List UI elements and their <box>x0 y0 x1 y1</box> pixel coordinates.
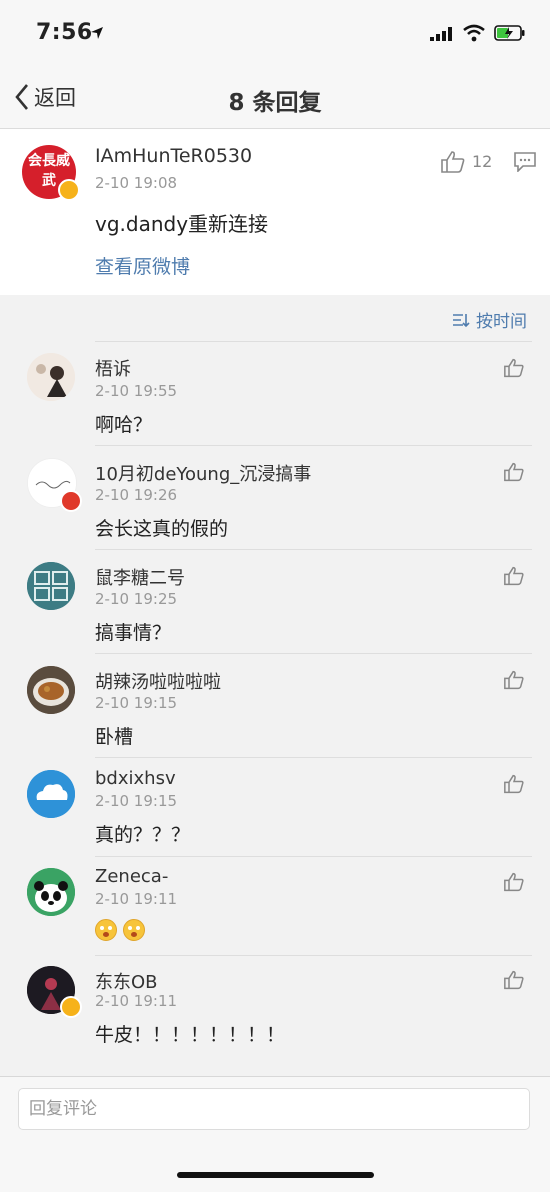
reply-time: 2-10 19:15 <box>95 694 178 712</box>
battery-charging-icon <box>494 25 525 41</box>
reply-text: 啊哈？ <box>95 414 153 436</box>
astonished-emoji-icon <box>123 918 145 941</box>
reply-author-name[interactable]: 东东OB <box>95 968 158 994</box>
avatar[interactable] <box>27 770 75 818</box>
reply-text: 搞事情？ <box>95 622 172 644</box>
reply-author-name[interactable]: 梧诉 <box>95 355 131 381</box>
thumbs-up-icon[interactable] <box>503 566 525 586</box>
divider <box>95 757 532 758</box>
reply-time: 2-10 19:26 <box>95 486 178 504</box>
avatar[interactable] <box>27 353 75 401</box>
reply-author-name[interactable]: 10月初deYoung_沉浸搞事 <box>95 460 311 486</box>
avatar-image <box>27 562 75 610</box>
divider <box>95 856 532 857</box>
avatar-image <box>27 666 75 714</box>
author-name[interactable]: IAmHunTeR0530 <box>95 145 252 167</box>
clock: 7:56 <box>36 20 93 45</box>
page-title: 8 条回复 <box>228 90 322 116</box>
avatar[interactable] <box>27 666 75 714</box>
reply-time: 2-10 19:15 <box>95 792 178 810</box>
home-indicator[interactable] <box>177 1172 374 1178</box>
reply-text: 卧槽 <box>95 726 134 748</box>
reply-input[interactable] <box>18 1088 530 1130</box>
main-comment-card: 会長威武 <box>0 129 550 295</box>
reply-text: 牛皮！！！！！！！！ <box>95 1024 286 1046</box>
view-original-link[interactable]: 查看原微博 <box>95 252 190 279</box>
reply-author-name[interactable]: bdxixhsv <box>95 768 176 789</box>
thumbs-up-icon[interactable] <box>503 872 525 892</box>
reply-time: 2-10 19:25 <box>95 590 178 608</box>
reply-time: 2-10 19:55 <box>95 382 178 400</box>
thumbs-up-icon[interactable] <box>503 358 525 378</box>
status-bar: 7:56 <box>0 0 550 66</box>
astonished-emoji-icon <box>95 918 117 941</box>
reply-time: 2-10 19:11 <box>95 890 178 908</box>
divider <box>95 341 532 342</box>
signal-icon <box>430 27 452 41</box>
verified-badge-icon <box>60 996 82 1018</box>
sort-label: 按时间 <box>476 312 527 332</box>
reply-author-name[interactable]: 鼠李糖二号 <box>95 564 185 590</box>
reply-bar <box>0 1076 550 1192</box>
reply-author-name[interactable]: Zeneca- <box>95 866 168 887</box>
verified-badge-icon <box>58 179 80 201</box>
reply-text: 会长这真的假的 <box>95 518 229 540</box>
divider <box>95 445 532 446</box>
avatar-image <box>27 770 75 818</box>
thumbs-up-icon[interactable] <box>503 670 525 690</box>
sort-by-time-button[interactable]: 按时间 <box>452 307 527 332</box>
reply-time: 2-10 19:11 <box>95 992 178 1010</box>
thumbs-up-icon[interactable] <box>503 970 525 990</box>
reply-text: 真的？？？ <box>95 824 191 846</box>
avatar-image <box>27 353 75 401</box>
thumbs-up-icon[interactable] <box>503 774 525 794</box>
avatar[interactable] <box>27 868 75 916</box>
divider <box>95 955 532 956</box>
post-time: 2-10 19:08 <box>95 174 178 192</box>
sort-icon <box>453 313 470 327</box>
thumbs-up-icon[interactable] <box>503 462 525 482</box>
like-count: 12 <box>472 152 493 171</box>
wifi-icon <box>463 24 485 42</box>
comment-icon[interactable] <box>514 152 536 172</box>
member-badge-icon <box>60 490 82 512</box>
avatar-image <box>27 868 75 916</box>
location-arrow-icon <box>91 27 103 39</box>
navigation-bar: 返回 8 条回复 <box>0 66 550 129</box>
thumbs-up-icon[interactable] <box>440 150 466 174</box>
divider <box>95 549 532 550</box>
avatar[interactable] <box>27 562 75 610</box>
comment-text: vg.dandy重新连接 <box>95 212 269 236</box>
reply-author-name[interactable]: 胡辣汤啦啦啦啦 <box>95 668 221 694</box>
reply-emoji-text <box>95 918 151 941</box>
divider <box>95 653 532 654</box>
